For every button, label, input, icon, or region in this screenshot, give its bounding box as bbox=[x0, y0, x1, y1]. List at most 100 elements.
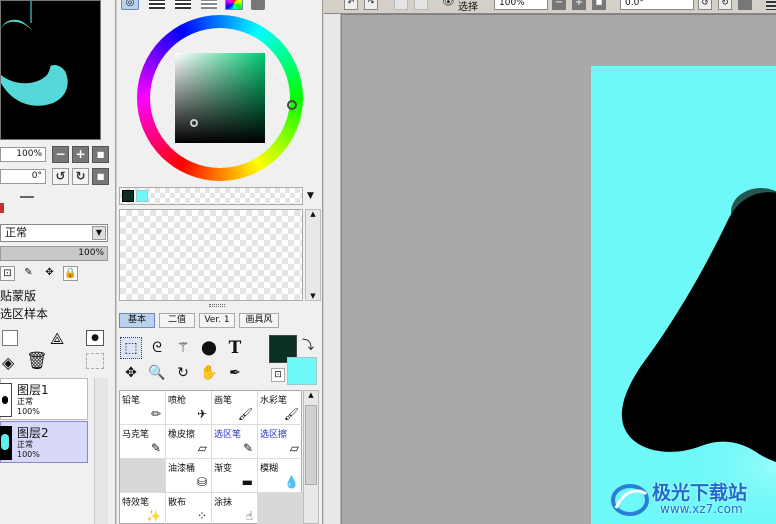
menu-icon[interactable] bbox=[766, 0, 776, 10]
rotate-icon[interactable]: ↻ bbox=[172, 362, 194, 384]
move-icon[interactable]: ✥ bbox=[120, 362, 142, 384]
zoom-select[interactable]: 100% bbox=[494, 0, 548, 10]
text-tool-icon[interactable]: T bbox=[224, 337, 246, 359]
clipping-label[interactable]: 贴蒙版 bbox=[0, 287, 36, 304]
transparent-color-icon[interactable]: ⊡ bbox=[271, 368, 285, 382]
pen-lock-icon[interactable]: ✎ bbox=[21, 266, 36, 281]
tab-basic[interactable]: 基本 bbox=[119, 313, 155, 328]
canvas-zoom-reset-button[interactable]: ■ bbox=[592, 0, 606, 10]
swatch-sub[interactable] bbox=[136, 190, 148, 202]
hsv-slider-tab-icon[interactable] bbox=[175, 0, 191, 9]
zoom-value[interactable]: 100% bbox=[0, 147, 46, 162]
hue-picker-handle[interactable] bbox=[287, 100, 297, 110]
empty-tool-slot bbox=[258, 493, 304, 524]
merge-icon[interactable] bbox=[86, 353, 104, 369]
eye-icon[interactable]: 👁 bbox=[442, 0, 455, 8]
brush-tool-cell[interactable]: 选区擦 ▱ bbox=[258, 425, 304, 459]
rotate-left-icon[interactable]: ↺ bbox=[52, 168, 69, 185]
mask-icon[interactable]: ● bbox=[86, 330, 104, 346]
opacity-bar[interactable]: 100% bbox=[0, 246, 108, 261]
layer-item[interactable]: 图层1 正常 100% bbox=[0, 378, 88, 420]
lasso-icon[interactable]: ᘓ bbox=[146, 337, 168, 359]
swatch-tab-icon[interactable] bbox=[225, 0, 243, 10]
brush-tool-cell[interactable]: 选区笔 ✎ bbox=[212, 425, 258, 459]
mix-tab-icon[interactable] bbox=[201, 0, 217, 9]
new-layer-icon[interactable] bbox=[2, 330, 18, 346]
canvas-paper[interactable] bbox=[591, 66, 776, 524]
canvas-zoom-out-button[interactable]: − bbox=[552, 0, 566, 10]
rotate-reset-button[interactable]: ■ bbox=[92, 168, 109, 185]
hand-icon[interactable]: ✋ bbox=[198, 362, 220, 384]
sv-picker-handle[interactable] bbox=[190, 119, 198, 127]
tab-binary[interactable]: 二值 bbox=[159, 313, 195, 328]
redo-icon[interactable]: ↷ bbox=[364, 0, 378, 10]
magic-wand-icon[interactable]: ⚚ bbox=[172, 337, 194, 359]
protect-alpha-icon[interactable]: ⊡ bbox=[0, 266, 15, 281]
brush-tool-cell[interactable]: 铅笔 ✏ bbox=[120, 391, 166, 425]
brush-tool-label: 选区擦 bbox=[260, 430, 288, 440]
layer-mode: 正常 bbox=[17, 397, 33, 406]
select-color-icon[interactable]: ⬤ bbox=[198, 337, 220, 359]
blend-mode-select[interactable]: 正常 ▼ bbox=[0, 224, 108, 242]
brush-tool-cell[interactable]: 橡皮擦 ▱ bbox=[166, 425, 212, 459]
brush-tool-cell[interactable]: 马克笔 ✎ bbox=[120, 425, 166, 459]
swatch-main[interactable] bbox=[122, 190, 134, 202]
layer-item-selected[interactable]: 图层2 正常 100% bbox=[0, 421, 88, 463]
lock-icon[interactable]: 🔒 bbox=[63, 266, 78, 281]
canvas-rotate-reset-button[interactable] bbox=[738, 0, 752, 10]
canvas-left-scrollbar[interactable] bbox=[324, 14, 341, 524]
swatch-scrollbar[interactable]: ▲ ▼ bbox=[305, 209, 321, 301]
rotation-select[interactable]: 0.0° bbox=[620, 0, 694, 10]
brush-tool-cell[interactable]: 油漆桶 ⛁ bbox=[166, 459, 212, 493]
brush-tool-cell[interactable]: 涂抹 ☝ bbox=[212, 493, 258, 524]
canvas-rotate-right-icon[interactable]: ↻ bbox=[718, 0, 732, 10]
undo-icon[interactable]: ↶ bbox=[344, 0, 358, 10]
canvas-zoom-in-button[interactable]: + bbox=[572, 0, 586, 10]
chevron-down-icon[interactable]: ▼ bbox=[307, 191, 314, 201]
canvas-workspace[interactable]: 极光下载站 www.xz7.com bbox=[342, 15, 776, 524]
brush-tool-cell[interactable]: 模糊 💧 bbox=[258, 459, 304, 493]
resize-grip[interactable] bbox=[209, 304, 225, 307]
zoom-reset-button[interactable]: ■ bbox=[92, 146, 109, 163]
brush-tool-cell[interactable]: 喷枪 ✈ bbox=[166, 391, 212, 425]
trash-icon[interactable]: 🗑 bbox=[26, 351, 48, 371]
brush-tool-cell[interactable]: 水彩笔 🖌 bbox=[258, 391, 304, 425]
selection-source-label[interactable]: 选区样本 bbox=[0, 305, 48, 322]
color-wheel-tab-icon[interactable]: ◎ bbox=[121, 0, 139, 10]
sv-square[interactable] bbox=[175, 53, 265, 143]
canvas-rotate-left-icon[interactable]: ↺ bbox=[698, 0, 712, 10]
zoom-in-button[interactable]: + bbox=[72, 146, 89, 163]
select-label[interactable]: 选择 bbox=[458, 0, 478, 13]
zoom-out-button[interactable]: − bbox=[52, 146, 69, 163]
deselect-icon[interactable] bbox=[394, 0, 408, 10]
tab-painter[interactable]: 画具风 bbox=[239, 313, 279, 328]
layers-scrollbar[interactable] bbox=[94, 378, 108, 524]
brush-tool-cell[interactable]: 画笔 🖌 bbox=[212, 391, 258, 425]
color-tool-panel: ◎ ▼ ▲ ▼ 基本 二值 Ver. 1 画具风 ⬚ ᘓ ⚚ ⬤ T ✥ 🔍 ↻… bbox=[117, 0, 323, 524]
angle-value[interactable]: 0° bbox=[0, 169, 46, 184]
invert-select-icon[interactable] bbox=[414, 0, 428, 10]
swap-colors-icon[interactable]: ⤵ bbox=[302, 336, 314, 353]
rotate-right-icon[interactable]: ↻ bbox=[72, 168, 89, 185]
watermark: 极光下载站 www.xz7.com bbox=[610, 476, 770, 520]
new-folder-icon[interactable]: ⟁ bbox=[50, 329, 64, 349]
rgb-slider-tab-icon[interactable] bbox=[149, 0, 165, 9]
brush-tool-cell[interactable]: 渐变 ▬ bbox=[212, 459, 258, 493]
move-lock-icon[interactable]: ✥ bbox=[42, 266, 57, 281]
color-wheel[interactable] bbox=[137, 15, 303, 181]
nav-slider[interactable] bbox=[0, 195, 112, 199]
brush-tool-cell[interactable]: 散布 ⁘ bbox=[166, 493, 212, 524]
brush-tool-cell[interactable]: 特效笔 ✨ bbox=[120, 493, 166, 524]
palette-strip[interactable] bbox=[119, 187, 303, 205]
eyedropper-icon[interactable]: ✒ bbox=[224, 362, 246, 384]
gradient-icon: ▬ bbox=[241, 475, 253, 489]
merge-down-icon[interactable]: ◈ bbox=[2, 353, 14, 372]
tab-ver1[interactable]: Ver. 1 bbox=[199, 313, 235, 328]
swatch-area[interactable] bbox=[119, 209, 303, 301]
palette-tab-icon[interactable] bbox=[251, 0, 265, 10]
sub-color-box[interactable] bbox=[287, 357, 317, 385]
zoom-icon[interactable]: 🔍 bbox=[146, 362, 168, 384]
tool-grid-scrollbar[interactable]: ▲ bbox=[303, 390, 319, 524]
rect-select-icon[interactable]: ⬚ bbox=[120, 337, 142, 359]
navigator-preview[interactable] bbox=[0, 0, 101, 140]
